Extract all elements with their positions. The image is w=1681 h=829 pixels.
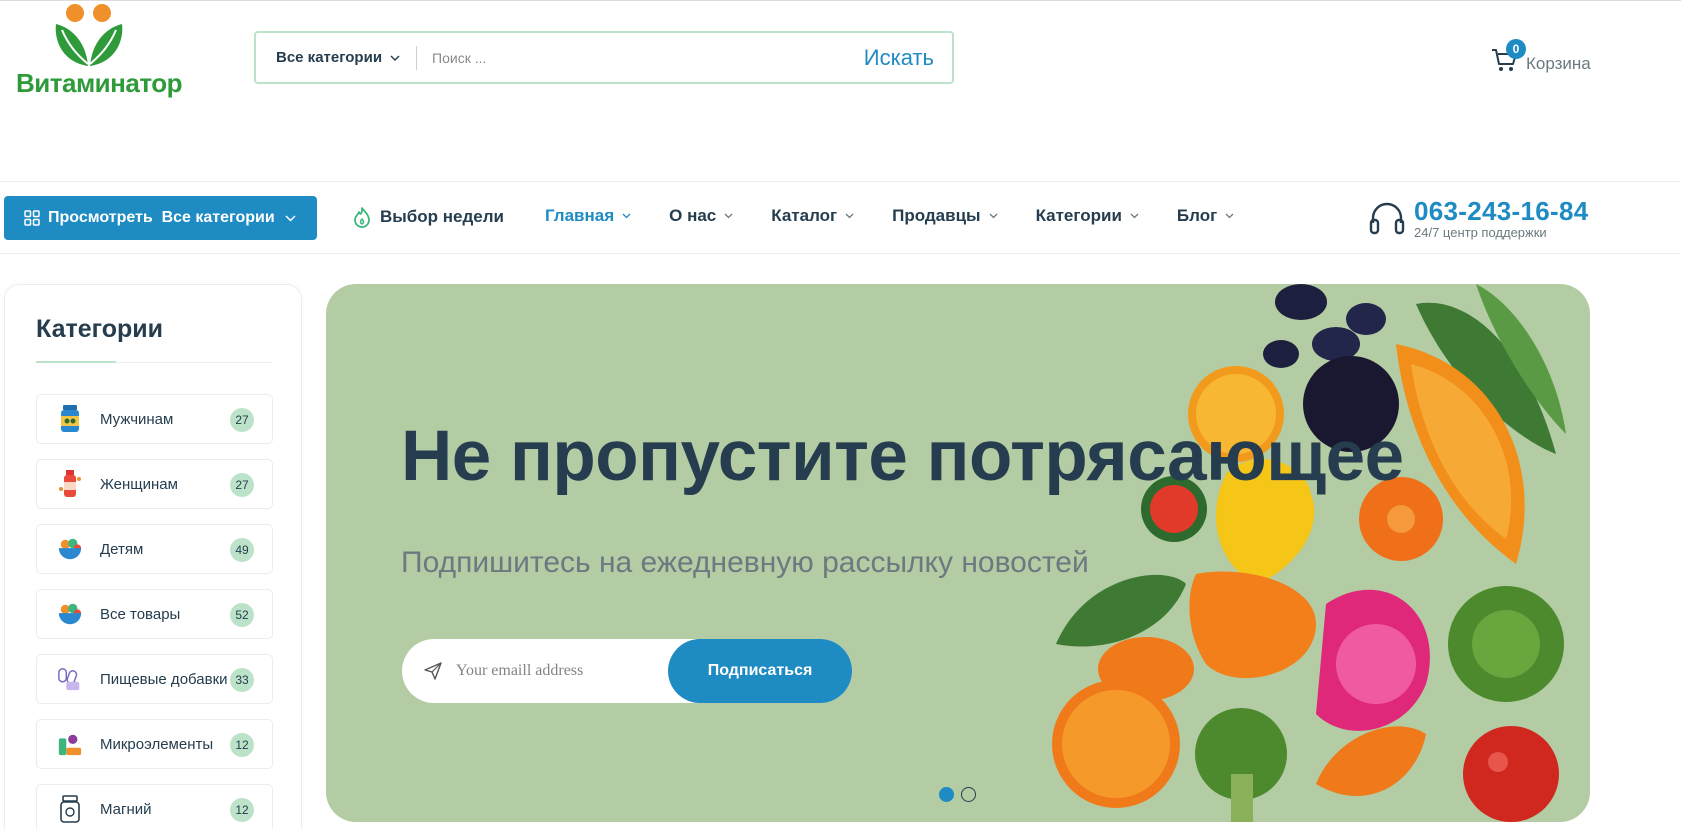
menu-item-about[interactable]: О нас bbox=[669, 206, 733, 226]
search-bar: Все категории Искать bbox=[254, 31, 954, 84]
menu-item-catalog[interactable]: Каталог bbox=[771, 206, 854, 226]
deals-label: Выбор недели bbox=[380, 207, 505, 226]
menu-item-label: Каталог bbox=[771, 206, 838, 225]
deals-link[interactable]: Выбор недели bbox=[352, 206, 504, 228]
category-count: 12 bbox=[230, 733, 254, 757]
grid-icon bbox=[24, 210, 40, 226]
category-item[interactable]: Мужчинам 27 bbox=[36, 394, 273, 444]
chevron-down-icon bbox=[622, 213, 631, 219]
category-item[interactable]: Детям 49 bbox=[36, 524, 273, 574]
menu-item-vendors[interactable]: Продавцы bbox=[892, 206, 998, 226]
hero-banner: Не пропустите потрясающее Подпишитесь на… bbox=[326, 284, 1590, 822]
email-input[interactable] bbox=[456, 662, 656, 680]
slider-dots bbox=[939, 787, 983, 802]
search-category-label: Все категории bbox=[276, 49, 383, 66]
fruit-bowl-icon bbox=[57, 534, 83, 564]
chevron-down-icon bbox=[1225, 213, 1234, 219]
category-name: Микроэлементы bbox=[100, 735, 214, 753]
newsletter-form: Подписаться bbox=[402, 639, 852, 703]
category-item[interactable]: Микроэлементы 12 bbox=[36, 719, 273, 769]
category-list: Мужчинам 27 Женщинам 27 Детям 49 Все тов… bbox=[36, 394, 273, 829]
menu-item-label: Блог bbox=[1176, 206, 1218, 225]
menu-item-label: Продавцы bbox=[892, 206, 981, 225]
site-logo[interactable]: Витаминатор bbox=[14, 2, 183, 102]
nav-divider bbox=[0, 253, 1681, 254]
category-item[interactable]: Все товары 52 bbox=[36, 589, 273, 639]
chevron-down-icon bbox=[845, 213, 854, 219]
category-count: 33 bbox=[230, 668, 254, 692]
hero-title: Не пропустите потрясающее bbox=[401, 417, 1404, 496]
search-category-select[interactable]: Все категории bbox=[256, 45, 418, 70]
category-sidebar: Категории Мужчинам 27 Женщинам 27 Детям … bbox=[4, 284, 302, 829]
chevron-down-icon bbox=[989, 213, 998, 219]
phone-number: 063-243-16-84 bbox=[1414, 196, 1589, 226]
fire-icon bbox=[354, 207, 370, 228]
category-name: Мужчинам bbox=[100, 410, 174, 428]
minerals-icon bbox=[57, 729, 83, 759]
slider-dot-active[interactable] bbox=[939, 787, 954, 802]
category-name: Женщинам bbox=[100, 475, 178, 493]
header-divider bbox=[0, 181, 1681, 182]
category-item[interactable]: Пищевые добавки 33 bbox=[36, 654, 273, 704]
category-name: Детям bbox=[100, 540, 144, 558]
chevron-down-icon bbox=[285, 214, 296, 222]
chevron-down-icon bbox=[724, 213, 733, 219]
category-name: Все товары bbox=[100, 605, 181, 623]
menu-item-label: О нас bbox=[669, 206, 717, 225]
send-icon bbox=[424, 662, 442, 680]
subscribe-button[interactable]: Подписаться bbox=[668, 639, 852, 703]
cart-count-badge: 0 bbox=[1506, 39, 1526, 59]
logo-leaves-icon bbox=[55, 4, 123, 66]
sidebar-divider-accent bbox=[36, 361, 116, 363]
search-button[interactable]: Искать bbox=[864, 45, 952, 71]
fruit-bowl-icon bbox=[57, 599, 83, 629]
chevron-down-icon bbox=[1130, 213, 1139, 219]
category-count: 49 bbox=[230, 538, 254, 562]
menu-item-label: Главная bbox=[545, 206, 615, 225]
category-name: Пищевые добавки bbox=[100, 670, 228, 688]
menu-item-blog[interactable]: Блог bbox=[1177, 206, 1234, 226]
cart-label: Корзина bbox=[1526, 54, 1591, 73]
top-divider bbox=[0, 0, 1681, 1]
menu-item-categories[interactable]: Категории bbox=[1036, 206, 1139, 226]
category-count: 52 bbox=[230, 603, 254, 627]
logo-text: Витаминатор bbox=[16, 68, 183, 98]
cart-link[interactable]: 0 Корзина bbox=[1490, 39, 1591, 74]
sidebar-title: Категории bbox=[36, 315, 163, 343]
search-input[interactable] bbox=[417, 37, 864, 78]
category-item[interactable]: Женщинам 27 bbox=[36, 459, 273, 509]
menu-item-home[interactable]: Главная bbox=[545, 206, 631, 226]
browse-categories-label: Просмотреть Все категории bbox=[48, 209, 275, 226]
headset-icon bbox=[1369, 202, 1405, 235]
slider-dot[interactable] bbox=[961, 787, 976, 802]
browse-categories-button[interactable]: Просмотреть Все категории bbox=[4, 196, 317, 240]
phone-caption: 24/7 центр поддержки bbox=[1414, 225, 1547, 240]
category-count: 27 bbox=[230, 473, 254, 497]
menu-item-label: Категории bbox=[1035, 206, 1122, 225]
category-item[interactable]: Магний 12 bbox=[36, 784, 273, 829]
support-phone[interactable]: 063-243-16-84 24/7 центр поддержки bbox=[1368, 198, 1588, 240]
hero-subtitle: Подпишитесь на ежедневную рассылку новос… bbox=[401, 546, 1089, 579]
chevron-down-icon bbox=[390, 55, 400, 61]
capsules-icon bbox=[57, 664, 83, 694]
supplement-bottle-icon bbox=[57, 469, 83, 499]
category-name: Магний bbox=[100, 800, 152, 818]
category-count: 27 bbox=[230, 408, 254, 432]
pill-jar-icon bbox=[57, 794, 83, 824]
cart-icon: 0 bbox=[1490, 39, 1526, 73]
category-count: 12 bbox=[230, 798, 254, 822]
vitamin-jar-icon bbox=[57, 404, 83, 434]
main-menu: Главная О нас Каталог Продавцы Категории… bbox=[545, 206, 1272, 226]
